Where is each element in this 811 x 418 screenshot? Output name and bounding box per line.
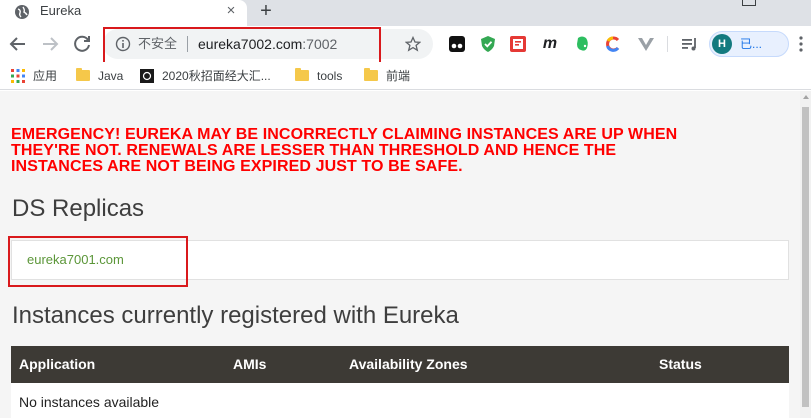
- bookmark-label: 前端: [386, 69, 411, 83]
- window-restore-icon[interactable]: [742, 0, 756, 6]
- scroll-up-arrow-icon[interactable]: [803, 95, 809, 99]
- folder-icon: [295, 68, 309, 81]
- instances-heading: Instances currently registered with Eure…: [12, 302, 459, 329]
- bookmark-interview-notes[interactable]: 2020秋招面经大汇...: [140, 67, 285, 85]
- star-icon[interactable]: [405, 36, 421, 52]
- more-vert-icon[interactable]: [795, 34, 807, 54]
- site-favicon-icon: [140, 69, 154, 83]
- bookmark-label: Java: [98, 69, 124, 83]
- media-control-icon[interactable]: [680, 34, 700, 54]
- column-header-status: Status: [659, 356, 702, 372]
- extension-m-icon[interactable]: m: [540, 34, 560, 54]
- column-header-availability-zones: Availability Zones: [349, 356, 468, 372]
- bookmark-label: 应用: [33, 69, 58, 83]
- bookmark-apps[interactable]: 应用: [11, 67, 71, 85]
- bookmark-label: tools: [317, 69, 343, 83]
- extension-colorful-c-icon[interactable]: [603, 34, 623, 54]
- bookmarks-bar: 应用 Java 2020秋招面经大汇... tools 前端: [0, 62, 811, 90]
- profile-button[interactable]: H 已...: [709, 31, 789, 57]
- apps-grid-icon: [11, 69, 25, 83]
- table-row: No instances available: [11, 383, 789, 418]
- avatar: H: [712, 34, 732, 54]
- folder-icon: [76, 68, 90, 81]
- tab-title: Eureka: [40, 3, 82, 18]
- emergency-line: INSTANCES ARE NOT BEING EXPIRED JUST TO …: [11, 158, 463, 175]
- replica-highlight-box: [8, 236, 188, 287]
- scrollbar-thumb[interactable]: [802, 107, 809, 407]
- emergency-warning: EMERGENCY! EUREKA MAY BE INCORRECTLY CLA…: [11, 127, 796, 175]
- url-highlight-box: [103, 27, 381, 66]
- extension-evernote-icon[interactable]: [572, 34, 592, 54]
- empty-table-message: No instances available: [19, 394, 160, 410]
- emergency-line: EMERGENCY! EUREKA MAY BE INCORRECTLY CLA…: [11, 126, 678, 143]
- replicas-heading: DS Replicas: [12, 195, 145, 222]
- profile-label: 已...: [740, 37, 763, 51]
- extension-fe-icon[interactable]: [508, 34, 528, 54]
- bookmark-label: 2020秋招面经大汇...: [162, 69, 271, 83]
- globe-icon: [15, 5, 29, 19]
- bookmark-folder-tools[interactable]: tools: [295, 67, 355, 85]
- tab-eureka[interactable]: Eureka ×: [0, 0, 247, 26]
- tab-strip: Eureka × +: [0, 0, 811, 26]
- extension-tampermonkey-icon[interactable]: [447, 34, 467, 54]
- reload-icon[interactable]: [70, 32, 94, 56]
- column-header-application: Application: [19, 356, 96, 372]
- back-arrow-icon[interactable]: [6, 32, 30, 56]
- bookmark-folder-frontend[interactable]: 前端: [364, 67, 419, 85]
- tab-close-button[interactable]: ×: [222, 2, 240, 20]
- extension-vue-icon[interactable]: [636, 34, 656, 54]
- column-header-amis: AMIs: [233, 356, 267, 372]
- folder-icon: [364, 68, 378, 81]
- extension-shield-icon[interactable]: [478, 34, 498, 54]
- instances-table-header: Application AMIs Availability Zones Stat…: [11, 346, 789, 383]
- forward-arrow-icon[interactable]: [38, 32, 62, 56]
- new-tab-button[interactable]: +: [255, 1, 277, 23]
- extensions-divider: [667, 36, 668, 52]
- emergency-line: THEY'RE NOT. RENEWALS ARE LESSER THAN TH…: [11, 142, 617, 159]
- bookmark-folder-java[interactable]: Java: [76, 67, 131, 85]
